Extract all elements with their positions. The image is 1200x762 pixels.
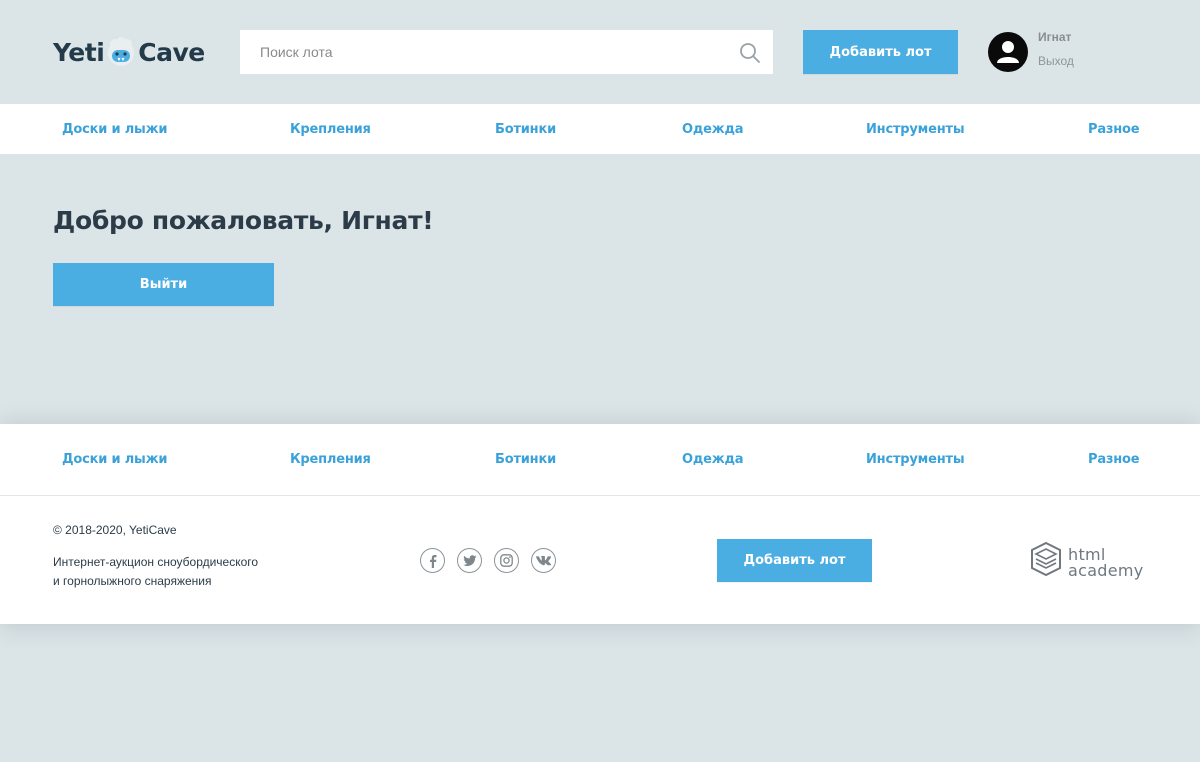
nav-item-other: Разное — [1088, 104, 1140, 154]
nav-link-bindings[interactable]: Крепления — [290, 122, 371, 137]
category-nav: Доски и лыжи Крепления Ботинки Одежда Ин… — [0, 104, 1200, 154]
html-academy-text: html academy — [1068, 547, 1144, 579]
logout-link[interactable]: Выход — [1038, 54, 1074, 68]
site-description: Интернет-аукцион сноубордического и горн… — [53, 553, 283, 591]
avatar[interactable] — [988, 32, 1028, 72]
copyright: © 2018-2020, YetiCave — [53, 523, 177, 537]
footer-nav-item-boots: Ботинки — [495, 424, 556, 495]
site-description-line2: и горнолыжного снаряжения — [53, 574, 212, 588]
logo-text-right: Cave — [138, 37, 205, 67]
footer-nav-link-other[interactable]: Разное — [1088, 452, 1140, 467]
footer-bottom: © 2018-2020, YetiCave Интернет-аукцион с… — [0, 496, 1200, 624]
nav-link-boots[interactable]: Ботинки — [495, 122, 556, 137]
footer-nav-link-boards[interactable]: Доски и лыжи — [62, 452, 167, 467]
nav-item-boards: Доски и лыжи — [62, 104, 167, 154]
instagram-icon[interactable] — [494, 548, 519, 573]
footer-nav-item-clothes: Одежда — [682, 424, 744, 495]
nav-item-clothes: Одежда — [682, 104, 744, 154]
add-lot-button[interactable]: Добавить лот — [803, 30, 958, 74]
footer-nav-item-tools: Инструменты — [866, 424, 965, 495]
logout-button[interactable]: Выйти — [53, 263, 274, 306]
logo-text-left: Yeti — [53, 37, 105, 67]
footer-nav-item-boards: Доски и лыжи — [62, 424, 167, 495]
footer-add-lot-button[interactable]: Добавить лот — [717, 539, 872, 582]
social-links — [420, 548, 556, 573]
vk-icon[interactable] — [531, 548, 556, 573]
page-title: Добро пожаловать, Игнат! — [53, 206, 434, 235]
main-content: Добро пожаловать, Игнат! Выйти — [0, 154, 1200, 424]
nav-link-clothes[interactable]: Одежда — [682, 122, 744, 137]
nav-link-tools[interactable]: Инструменты — [866, 122, 965, 137]
nav-link-other[interactable]: Разное — [1088, 122, 1140, 137]
site-description-line1: Интернет-аукцион сноубордического — [53, 555, 259, 569]
html-academy-line2: academy — [1068, 561, 1144, 580]
nav-item-boots: Ботинки — [495, 104, 556, 154]
facebook-icon[interactable] — [420, 548, 445, 573]
yeti-logo-icon — [107, 36, 135, 68]
footer-nav-item-bindings: Крепления — [290, 424, 371, 495]
footer-nav-link-bindings[interactable]: Крепления — [290, 452, 371, 467]
user-info: Игнат Выход — [1038, 30, 1074, 68]
footer-nav-item-other: Разное — [1088, 424, 1140, 495]
search-icon[interactable] — [739, 42, 761, 64]
search-input[interactable] — [240, 30, 773, 74]
footer-nav: Доски и лыжи Крепления Ботинки Одежда Ин… — [0, 424, 1200, 496]
footer-nav-link-boots[interactable]: Ботинки — [495, 452, 556, 467]
user-name: Игнат — [1038, 30, 1072, 44]
footer-nav-link-clothes[interactable]: Одежда — [682, 452, 744, 467]
page-header: Yeti Cave Добавить лот — [0, 0, 1200, 104]
page-footer: Доски и лыжи Крепления Ботинки Одежда Ин… — [0, 424, 1200, 624]
footer-nav-link-tools[interactable]: Инструменты — [866, 452, 965, 467]
nav-link-boards[interactable]: Доски и лыжи — [62, 122, 167, 137]
html-academy-icon — [1030, 541, 1062, 585]
nav-item-bindings: Крепления — [290, 104, 371, 154]
html-academy-logo[interactable]: html academy — [1030, 541, 1144, 585]
twitter-icon[interactable] — [457, 548, 482, 573]
search-form — [240, 30, 773, 74]
nav-item-tools: Инструменты — [866, 104, 965, 154]
logo-link[interactable]: Yeti Cave — [53, 30, 205, 74]
user-menu: Игнат Выход — [988, 30, 1074, 74]
